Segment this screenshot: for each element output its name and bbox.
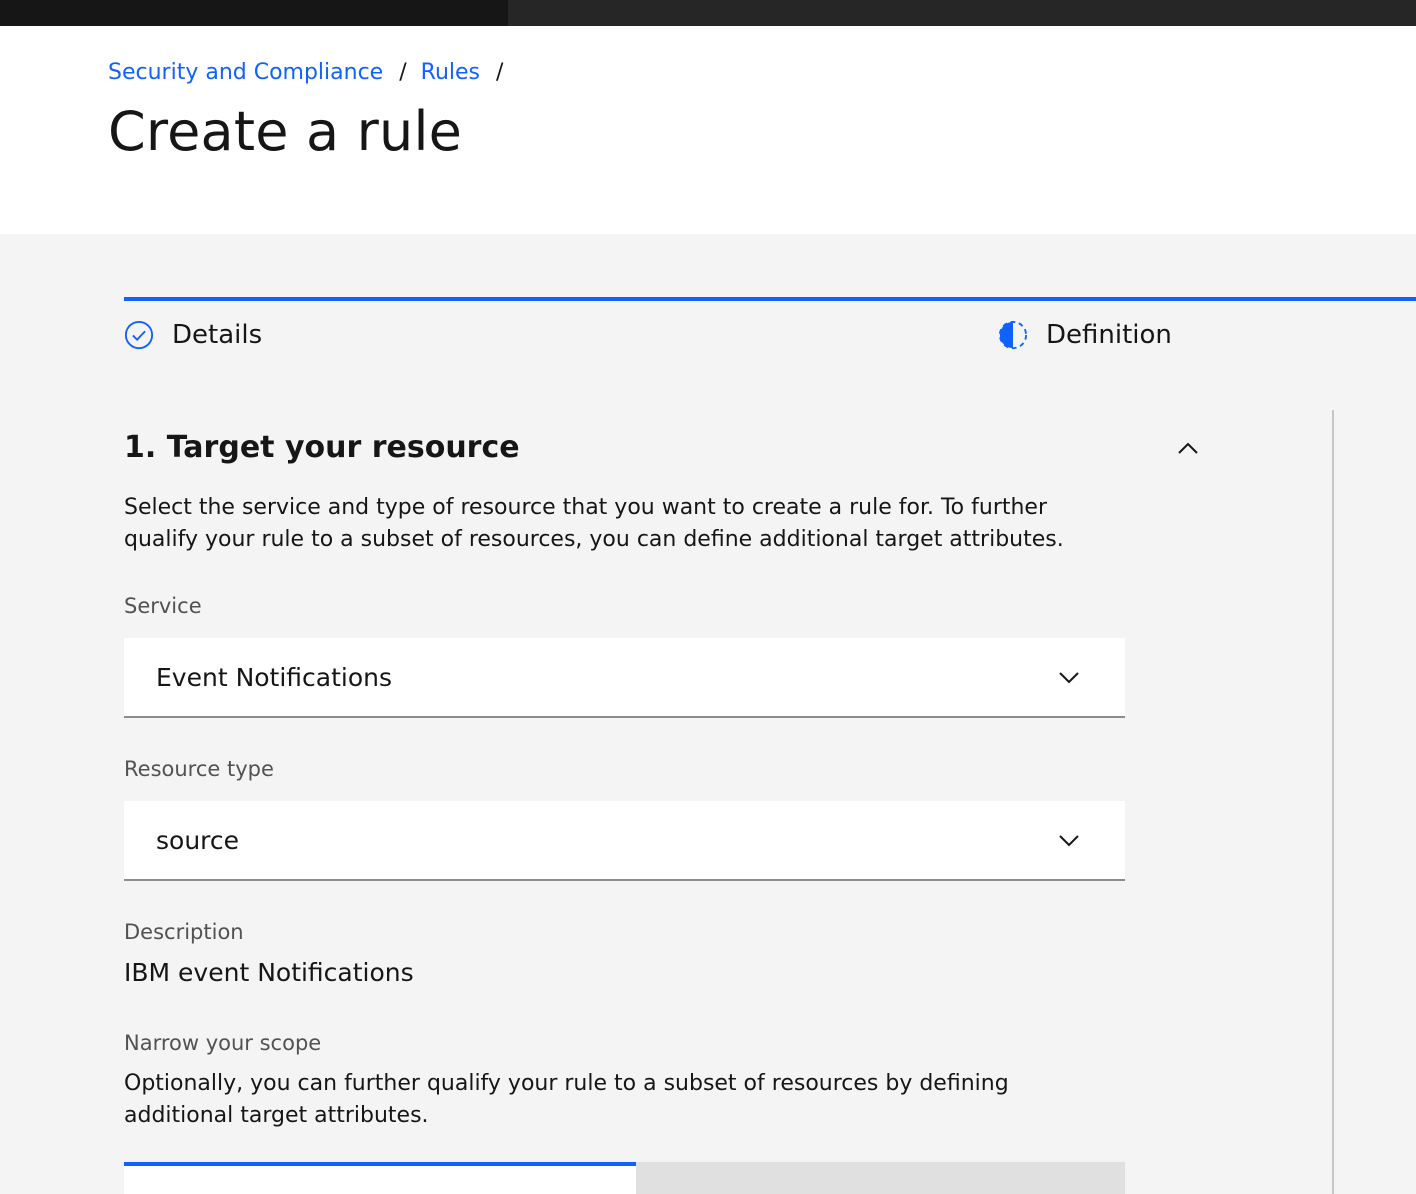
progress-step-definition[interactable]: Definition <box>998 318 1172 352</box>
resource-type-selected-value: source <box>156 825 240 855</box>
section-description: Select the service and type of resource … <box>124 495 1064 552</box>
scope-label: Narrow your scope <box>124 1031 322 1055</box>
collapse-section-button[interactable] <box>1170 432 1206 464</box>
resource-type-dropdown[interactable]: source <box>124 801 1125 881</box>
chevron-up-icon <box>1178 442 1198 454</box>
top-nav-bar <box>0 0 1416 26</box>
breadcrumb-separator: / <box>399 60 407 85</box>
scope-description: Optionally, you can further qualify your… <box>124 1071 1009 1128</box>
top-nav-bar-left <box>0 0 508 26</box>
panel-divider <box>1332 410 1334 1194</box>
service-selected-value: Event Notifications <box>156 662 393 692</box>
breadcrumb-link-rules[interactable]: Rules <box>421 60 480 85</box>
progress-step-label: Details <box>172 320 263 350</box>
service-label: Service <box>124 594 202 618</box>
page-title: Create a rule <box>108 100 463 163</box>
resource-type-label: Resource type <box>124 757 274 781</box>
progress-indicator-line <box>124 297 1416 301</box>
checkmark-outline-icon <box>124 320 154 350</box>
progress-step-details[interactable]: Details <box>124 318 262 352</box>
scope-tab-inactive[interactable] <box>636 1162 1125 1194</box>
page-header: Security and Compliance / Rules / Create… <box>0 26 1416 234</box>
incomplete-icon <box>998 320 1028 350</box>
section-title: 1. Target your resource <box>124 430 520 465</box>
description-label: Description <box>124 920 244 944</box>
breadcrumb-separator: / <box>496 60 504 85</box>
description-value: IBM event Notifications <box>124 958 414 987</box>
chevron-down-icon <box>1059 835 1079 847</box>
chevron-down-icon <box>1059 672 1079 684</box>
progress-step-label: Definition <box>1046 320 1172 350</box>
scope-tab-active[interactable] <box>124 1162 636 1194</box>
breadcrumb-link-security-compliance[interactable]: Security and Compliance <box>108 60 383 85</box>
breadcrumb: Security and Compliance / Rules / <box>108 60 517 85</box>
service-dropdown[interactable]: Event Notifications <box>124 638 1125 718</box>
